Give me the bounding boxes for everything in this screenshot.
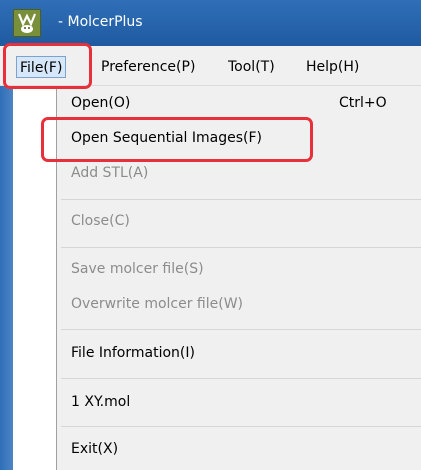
open-shortcut: Ctrl+O: [339, 95, 387, 111]
window-background-edge: [0, 86, 13, 470]
open-sequential-images-highlight: [41, 117, 313, 162]
menu-separator: [61, 378, 421, 379]
menu-item-open[interactable]: Open(O): [71, 92, 130, 114]
menu-tool[interactable]: Tool(T): [228, 56, 275, 78]
menu-separator: [61, 426, 421, 427]
menu-item-close: Close(C): [71, 213, 130, 229]
menu-item-recent-file[interactable]: 1 XY.mol: [71, 391, 130, 413]
molcer-app-icon[interactable]: [13, 9, 41, 37]
menu-item-overwrite-molcer-file: Overwrite molcer file(W): [71, 296, 244, 312]
menu-item-file-information[interactable]: File Information(I): [71, 342, 195, 364]
menu-help[interactable]: Help(H): [306, 56, 359, 78]
menu-separator: [61, 329, 421, 330]
title-bar: - MolcerPlus: [0, 0, 421, 46]
menu-item-save-molcer-file: Save molcer file(S): [71, 261, 204, 277]
window-title: - MolcerPlus: [58, 14, 143, 30]
menu-separator: [61, 247, 421, 248]
menu-item-exit[interactable]: Exit(X): [71, 438, 118, 460]
file-menu-highlight: [3, 43, 92, 89]
menu-item-add-stl: Add STL(A): [71, 165, 149, 181]
menu-separator: [61, 199, 421, 200]
menu-preference[interactable]: Preference(P): [101, 56, 195, 78]
